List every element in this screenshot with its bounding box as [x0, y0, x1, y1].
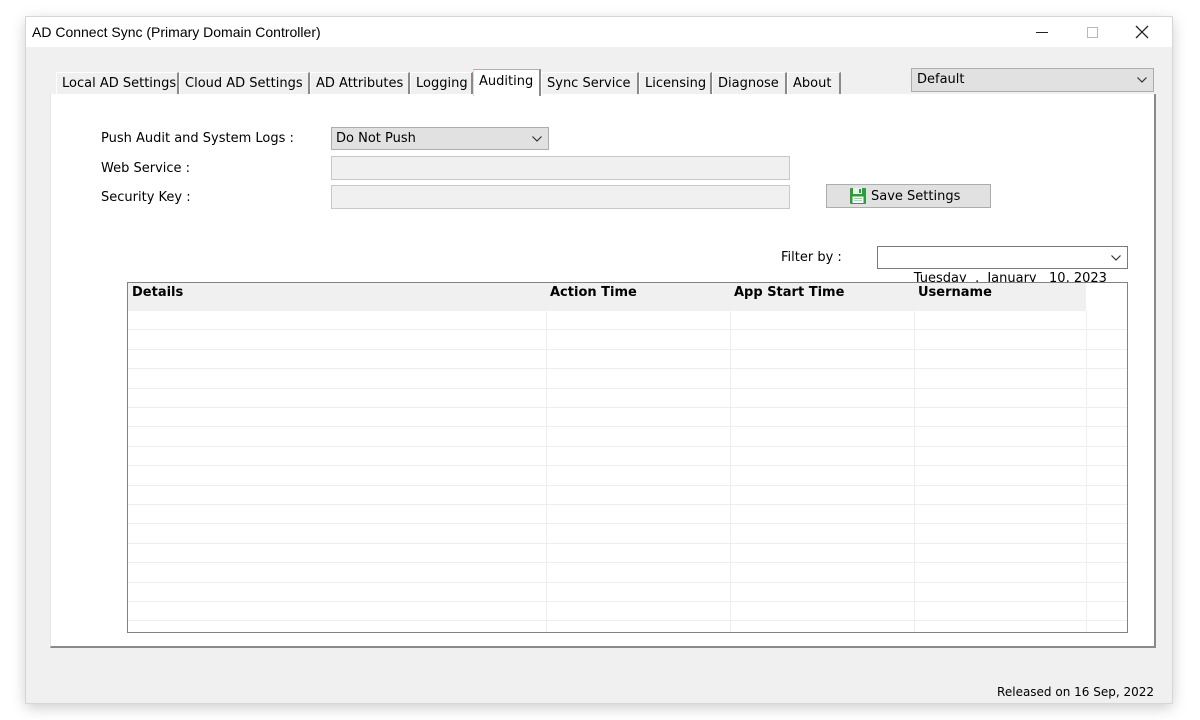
close-icon [1135, 25, 1149, 39]
tab-cloud-ad-settings[interactable]: Cloud AD Settings [179, 72, 310, 95]
profile-select[interactable]: Default [911, 68, 1154, 92]
table-row [128, 311, 1127, 331]
security-key-label: Security Key : [101, 190, 191, 205]
chevron-down-icon [1111, 247, 1121, 268]
table-row [128, 427, 1127, 447]
grid-body [128, 311, 1127, 632]
tab-diagnose[interactable]: Diagnose [712, 72, 787, 95]
save-settings-button[interactable]: Save Settings [826, 184, 991, 208]
table-row [128, 583, 1127, 602]
release-date-label: Released on 16 Sep, 2022 [997, 685, 1154, 699]
table-row [128, 486, 1127, 505]
column-header-details[interactable]: Details [128, 283, 546, 311]
filter-date-picker[interactable]: Tuesday , January 10, 2023 [877, 246, 1128, 286]
tab-about[interactable]: About [787, 72, 841, 95]
floppy-disk-icon [849, 187, 867, 205]
web-service-label: Web Service : [101, 161, 191, 176]
table-row [128, 505, 1127, 525]
save-settings-label: Save Settings [871, 188, 961, 204]
web-service-input[interactable] [331, 156, 790, 180]
close-button[interactable] [1118, 17, 1166, 47]
table-row [128, 408, 1127, 428]
filter-by-label: Filter by : [781, 250, 842, 265]
tab-local-ad-settings[interactable]: Local AD Settings [56, 72, 179, 95]
push-logs-label: Push Audit and System Logs : [101, 131, 294, 146]
profile-select-value: Default [917, 72, 965, 87]
table-row [128, 330, 1127, 350]
security-key-input[interactable] [331, 185, 790, 209]
chevron-down-icon [532, 128, 542, 149]
tab-auditing[interactable]: Auditing [473, 69, 541, 96]
tab-logging[interactable]: Logging [410, 72, 473, 95]
maximize-button[interactable] [1068, 17, 1116, 47]
table-row [128, 350, 1127, 370]
push-logs-select[interactable]: Do Not Push [331, 127, 549, 150]
tab-ad-attributes[interactable]: AD Attributes [310, 72, 410, 95]
minimize-icon [1036, 31, 1048, 33]
table-row [128, 563, 1127, 583]
table-row [128, 389, 1127, 408]
window-title: AD Connect Sync (Primary Domain Controll… [32, 24, 321, 40]
column-header-username[interactable]: Username [914, 283, 1086, 311]
table-row [128, 544, 1127, 564]
column-header-action-time[interactable]: Action Time [546, 283, 730, 311]
auditing-panel: Push Audit and System Logs : Do Not Push… [50, 94, 1156, 648]
table-row [128, 466, 1127, 486]
maximize-icon [1086, 26, 1098, 38]
tab-licensing[interactable]: Licensing [639, 72, 712, 95]
audit-log-grid[interactable]: Details Action Time App Start Time Usern… [127, 282, 1128, 633]
grid-header: Details Action Time App Start Time Usern… [128, 283, 1086, 311]
table-row [128, 447, 1127, 467]
tab-sync-service[interactable]: Sync Service [541, 72, 639, 95]
title-bar: AD Connect Sync (Primary Domain Controll… [26, 17, 1172, 47]
push-logs-value: Do Not Push [336, 131, 416, 146]
main-window: AD Connect Sync (Primary Domain Controll… [26, 17, 1172, 703]
minimize-button[interactable] [1018, 17, 1066, 47]
table-row [128, 369, 1127, 389]
chevron-down-icon [1137, 69, 1147, 91]
table-row [128, 602, 1127, 622]
table-row [128, 524, 1127, 544]
column-header-app-start-time[interactable]: App Start Time [730, 283, 914, 311]
